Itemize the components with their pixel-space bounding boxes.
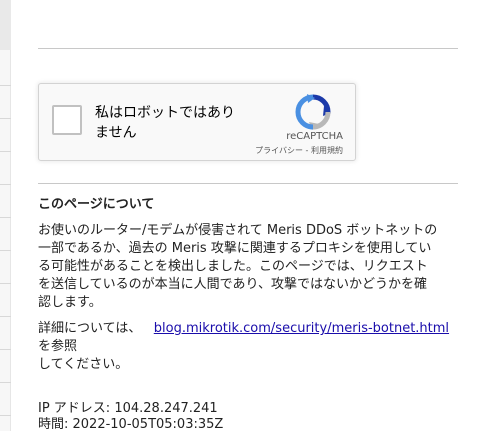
about-line: 認します。 [38,295,102,310]
left-strip-divider [0,382,11,383]
top-divider [38,48,458,49]
left-strip-divider [0,85,11,86]
ip-value: 104.28.247.241 [114,401,218,416]
left-scroll-strip [0,0,11,431]
left-strip-divider [0,184,11,185]
ip-label: IP アドレス: [38,401,115,416]
left-strip-divider [0,250,11,251]
left-strip-header [0,0,11,50]
about-line: 一部であるか、過去の Meris 攻撃に関連するプロキシを使用してい [38,241,432,256]
recaptcha-links: プライバシー - 利用規約 [209,145,343,156]
left-strip-divider [0,415,11,416]
terms-link[interactable]: 利用規約 [311,146,343,155]
details-suffix: を参照 [38,339,78,354]
link-separator: - [303,146,311,155]
left-strip-divider [0,151,11,152]
left-strip-divider [0,349,11,350]
about-title: このページについて [38,197,155,212]
left-strip-divider [0,283,11,284]
privacy-link[interactable]: プライバシー [255,146,303,155]
recaptcha-brand: reCAPTCHA [286,131,343,142]
recaptcha-logo-icon [295,94,331,130]
ip-address-line: IP アドレス: 104.28.247.241 [38,400,218,417]
about-line: お使いのルーター/モデムが侵害されて Meris DDoS ボットネットの [38,223,438,238]
details-prefix: 詳細については、 [38,321,142,336]
recaptcha-widget: 私はロボットではあり ません reCAPTCHA プライバシー - 利用規約 [38,83,356,161]
left-strip-divider [0,217,11,218]
details-line2: してください。 [38,357,129,372]
recaptcha-label-line1: 私はロボットではあり [95,105,235,121]
time-line: 時間: 2022-10-05T05:03:35Z [38,416,223,431]
details-line1: 詳細については、 blog.mikrotik.com/security/meri… [38,320,458,356]
time-value: 2022-10-05T05:03:35Z [72,417,224,431]
meris-botnet-link[interactable]: blog.mikrotik.com/security/meris-botnet.… [154,321,449,336]
left-strip-divider [0,118,11,119]
about-line: を送信しているのが本当に人間であり、攻撃ではないかどうかを確 [38,277,427,292]
left-strip-divider [0,316,11,317]
about-paragraph: お使いのルーター/モデムが侵害されて Meris DDoS ボットネットの 一部… [38,222,458,312]
section-divider [38,183,458,184]
time-label: 時間: [38,417,73,431]
recaptcha-checkbox[interactable] [52,105,82,135]
about-line: る可能性があることを検出しました。このページでは、リクエスト [38,259,428,274]
details-paragraph: 詳細については、 blog.mikrotik.com/security/meri… [38,320,458,374]
